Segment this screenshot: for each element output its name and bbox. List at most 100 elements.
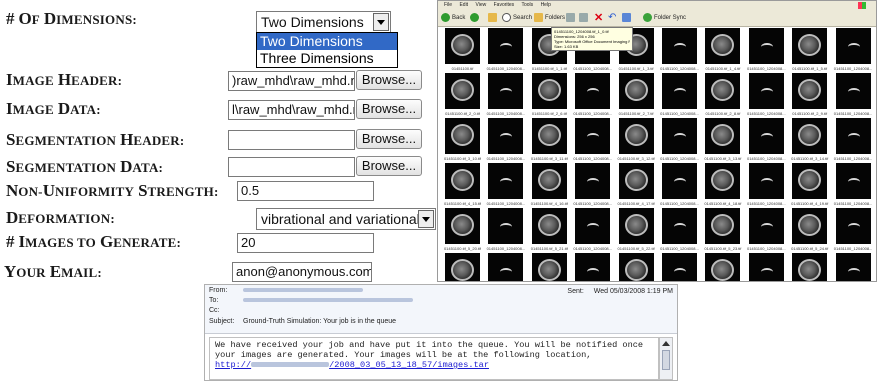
thumbnail-tile[interactable]: 01451100.tif_3_14.tif — [788, 118, 831, 165]
thumbnail-tile[interactable]: 01451100_1204008... — [571, 208, 614, 255]
thumbnail-tile[interactable]: 01451100_1204008... — [745, 208, 788, 255]
thumbnail-tile[interactable] — [658, 253, 701, 281]
folder-sync-button[interactable]: Folder Sync — [643, 13, 686, 23]
thumbnail-tile[interactable]: 01451100.tif_4_17.tif — [615, 163, 658, 210]
thumbnail-tile[interactable]: 01451100_1204008... — [658, 73, 701, 120]
thumbnail-tile[interactable]: 01451100_1204008... — [745, 118, 788, 165]
thumbnail-tile[interactable]: 01451100.tif_5_23.tif — [701, 208, 744, 255]
thumbnail-tile[interactable]: 01451100.tif_5_20.tif — [441, 208, 484, 255]
menu-tools[interactable]: Tools — [521, 2, 533, 8]
thumbnail-tile[interactable]: 01451100.tif_5_21.tif — [528, 208, 571, 255]
segmentation-header-browse-button[interactable]: Browse... — [356, 129, 422, 149]
thumbnail-tile[interactable]: 01451100_1204008... — [832, 208, 875, 255]
image-data-browse-button[interactable]: Browse... — [356, 99, 422, 119]
delete-button[interactable]: ✕ — [594, 13, 603, 24]
undo-button[interactable]: ↶ — [608, 13, 616, 23]
thumbnail-tile[interactable]: 01451100_1204008... — [745, 73, 788, 120]
thumbnail-tile[interactable]: 01451100_1204008... — [745, 163, 788, 210]
forward-button[interactable] — [470, 13, 481, 23]
move-to-button[interactable] — [566, 13, 577, 23]
copy-to-button[interactable] — [579, 13, 590, 23]
back-button[interactable]: Back — [441, 13, 465, 23]
thumbnail-tile[interactable]: 01451100_1204008... — [745, 28, 788, 75]
brain-scan-shape — [711, 169, 735, 191]
chevron-down-icon[interactable] — [418, 210, 434, 228]
thumbnail-tile[interactable]: 01451100.tif_5_22.tif — [615, 208, 658, 255]
thumbnail-tile[interactable]: 01451100.tif_1_5.tif — [788, 28, 831, 75]
folders-button[interactable]: Folders — [534, 13, 565, 23]
menu-view[interactable]: View — [475, 2, 486, 8]
scroll-thumb[interactable] — [662, 350, 670, 370]
thumbnail-tile[interactable]: 01451100.tif_4_16.tif — [528, 163, 571, 210]
thumbnail-tile[interactable]: 01451100_1204008... — [832, 73, 875, 120]
dimensions-option-two[interactable]: Two Dimensions — [257, 33, 397, 50]
thumbnail-tile[interactable]: 01451100_1204008... — [484, 28, 527, 75]
thumbnail-tile[interactable]: 01451100.tif_4_15.tif — [441, 163, 484, 210]
thumbnail-tile[interactable]: 01451100.tif_3_13.tif — [701, 118, 744, 165]
views-button[interactable] — [622, 13, 633, 23]
thumbnail-tile[interactable]: 01451100.tif — [441, 28, 484, 75]
up-folder-button[interactable] — [488, 13, 499, 23]
thumbnail-tile[interactable]: 01451100_1204008... — [832, 118, 875, 165]
thumbnail-tile[interactable]: 01451100.tif_3_11.tif — [528, 118, 571, 165]
segmentation-header-field[interactable] — [228, 130, 355, 150]
download-link[interactable]: http:// /2008_03_05_13_18_57/images.tar — [215, 360, 489, 370]
brain-scan-shape — [451, 214, 474, 236]
thumbnail-tile[interactable]: 01451100_1204008... — [658, 163, 701, 210]
thumbnail-tile[interactable]: 01451100_1204008... — [832, 163, 875, 210]
mri-thumbnail-image — [618, 163, 654, 199]
chevron-down-icon[interactable] — [373, 13, 389, 31]
thumbnail-tile[interactable]: 01451100_1204008... — [484, 73, 527, 120]
deformation-select[interactable]: vibrational and variational — [256, 208, 436, 230]
thumbnail-tile[interactable] — [745, 253, 788, 281]
thumbnail-tile[interactable]: 01451100.tif_4_19.tif — [788, 163, 831, 210]
thumbnail-tile[interactable]: 01451100_1204008... — [658, 208, 701, 255]
dimensions-option-three[interactable]: Three Dimensions — [257, 50, 397, 67]
thumbnail-tile[interactable] — [788, 253, 831, 281]
thumbnail-tile[interactable]: 01451100.tif_2_8.tif — [701, 73, 744, 120]
thumbnail-tile[interactable] — [832, 253, 875, 281]
thumbnail-tile[interactable]: 01451100.tif_1_4.tif — [701, 28, 744, 75]
menu-edit[interactable]: Edit — [459, 2, 468, 8]
thumbnail-tile[interactable]: 01451100.tif_3_12.tif — [615, 118, 658, 165]
thumbnail-tile[interactable]: 01451100.tif_2_9.tif — [788, 73, 831, 120]
thumbnail-tile[interactable] — [571, 253, 614, 281]
thumbnail-tile[interactable]: 01451100_1204008... — [571, 73, 614, 120]
mri-thumbnail-image — [835, 118, 871, 154]
thumbnail-tile[interactable]: 01451100.tif_5_24.tif — [788, 208, 831, 255]
segmentation-data-field[interactable] — [228, 157, 355, 177]
email-scrollbar[interactable] — [659, 337, 673, 380]
thumbnail-tile[interactable]: 01451100.tif_2_6.tif — [528, 73, 571, 120]
thumbnail-tile[interactable] — [484, 253, 527, 281]
thumbnail-tile[interactable]: 01451100_1204008... — [658, 28, 701, 75]
thumbnail-tile[interactable]: 01451100_1204008... — [571, 118, 614, 165]
non-uniformity-field[interactable]: 0.5 — [237, 181, 374, 201]
scroll-up-arrow-icon[interactable] — [662, 341, 670, 346]
thumbnail-tile[interactable] — [615, 253, 658, 281]
search-button[interactable]: Search — [502, 13, 532, 23]
thumbnail-tile[interactable]: 01451100_1204008... — [832, 28, 875, 75]
thumbnail-tile[interactable]: 01451100.tif_3_10.tif — [441, 118, 484, 165]
num-images-field[interactable]: 20 — [237, 233, 374, 253]
menu-file[interactable]: File — [444, 2, 452, 8]
thumbnail-tile[interactable] — [441, 253, 484, 281]
segmentation-data-browse-button[interactable]: Browse... — [356, 156, 422, 176]
dimensions-select[interactable]: Two Dimensions — [256, 11, 391, 33]
thumbnail-tile[interactable]: 01451100.tif_4_18.tif — [701, 163, 744, 210]
thumbnail-tile[interactable]: 01451100_1204008... — [484, 118, 527, 165]
menu-favorites[interactable]: Favorites — [494, 2, 515, 8]
menu-help[interactable]: Help — [541, 2, 551, 8]
thumbnail-tile[interactable]: 01451100_1204008... — [484, 163, 527, 210]
image-header-browse-button[interactable]: Browse... — [356, 70, 422, 90]
thumbnail-tile[interactable]: 01451100.tif_2_0.tif — [441, 73, 484, 120]
thumbnail-tile[interactable]: 01451100_1204008... — [484, 208, 527, 255]
thumbnail-caption: 01451100.tif_2_7.tif — [618, 111, 654, 116]
thumbnail-tile[interactable]: 01451100.tif_2_7.tif — [615, 73, 658, 120]
thumbnail-tile[interactable]: 01451100_1204008... — [571, 163, 614, 210]
image-data-field[interactable]: l\raw_mhd\raw_mhd.raw — [228, 100, 355, 120]
email-field[interactable]: anon@anonymous.com — [232, 262, 372, 282]
thumbnail-tile[interactable] — [528, 253, 571, 281]
image-header-field[interactable]: )raw_mhd\raw_mhd.mhd — [228, 71, 355, 91]
thumbnail-tile[interactable] — [701, 253, 744, 281]
thumbnail-tile[interactable]: 01451100_1204008... — [658, 118, 701, 165]
